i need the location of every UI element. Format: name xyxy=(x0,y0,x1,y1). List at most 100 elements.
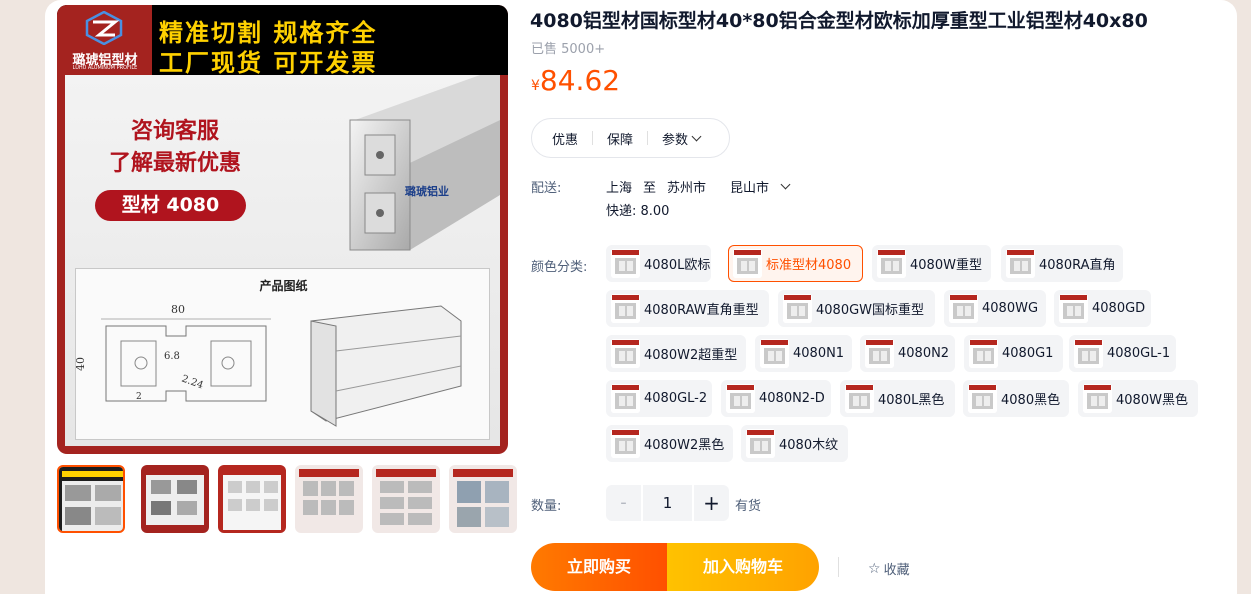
sku-thumbnail xyxy=(726,384,755,413)
sku-option-label: 4080W黑色 xyxy=(1116,393,1188,408)
sku-thumbnail xyxy=(611,429,640,458)
sku-option-label: 4080N2-D xyxy=(759,391,825,406)
tab-discount[interactable]: 优惠 xyxy=(552,129,578,148)
dim-wall-label: 2.24 xyxy=(180,373,205,391)
product-drawing: 产品图纸 80 40 6.8 2.24 2 xyxy=(75,268,490,440)
sku-option[interactable]: 4080N1 xyxy=(755,335,852,372)
sku-option-label: 标准型材4080 xyxy=(766,258,852,273)
sku-option-label: 4080N1 xyxy=(793,346,845,361)
tab-params-label: 参数 xyxy=(662,132,689,148)
sku-option[interactable]: 4080GD xyxy=(1054,290,1151,327)
sku-option[interactable]: 标准型材4080 xyxy=(728,245,863,282)
brand-logo-icon xyxy=(85,11,123,45)
thumbnail-1[interactable] xyxy=(57,465,125,533)
sku-option[interactable]: 4080W2黑色 xyxy=(606,425,733,462)
main-product-image[interactable]: 璐琥铝型材 LUHU ALUMINUM PROFILE 精准切割 规格齐全 工厂… xyxy=(57,5,508,454)
sku-option[interactable]: 4080GW国标重型 xyxy=(778,290,935,327)
sku-thumbnail xyxy=(968,384,997,413)
sku-thumbnail xyxy=(1006,249,1035,278)
sku-option-label: 4080GD xyxy=(1092,301,1146,316)
sku-option[interactable]: 4080RA直角 xyxy=(1001,245,1123,282)
tab-guarantee[interactable]: 保障 xyxy=(607,129,633,148)
consult-line-1: 咨询客服 xyxy=(130,119,219,144)
sku-option[interactable]: 4080L欧标 xyxy=(606,245,711,282)
dim-small-label: 2 xyxy=(136,392,142,402)
sku-option[interactable]: 4080W重型 xyxy=(872,245,991,282)
sku-option[interactable]: 4080G1 xyxy=(964,335,1063,372)
sku-option-label: 4080木纹 xyxy=(779,438,839,453)
thumbnail-2[interactable] xyxy=(141,465,209,533)
price-currency: ¥ xyxy=(531,78,540,94)
sku-option-label: 4080N2 xyxy=(898,346,950,361)
sku-option-label: 4080L黑色 xyxy=(878,393,945,408)
aluminum-profile-illustration: 璐琥铝业 xyxy=(349,75,500,251)
buy-now-button[interactable]: 立即购买 xyxy=(531,543,667,591)
tab-params[interactable]: 参数 xyxy=(662,129,702,148)
shipping-route[interactable]: 上海 至 苏州市 昆山市 xyxy=(606,177,800,196)
sku-option-label: 4080WG xyxy=(982,301,1039,316)
star-icon: ☆ xyxy=(868,560,881,577)
express-fee: 快递: 8.00 xyxy=(606,204,670,219)
image-content: 咨询客服 了解最新优惠 型材 4080 璐琥铝业 产品图纸 80 40 6.8 … xyxy=(65,75,500,446)
sku-thumbnail xyxy=(733,249,762,278)
quantity-increase-button[interactable]: + xyxy=(694,485,729,521)
ship-to-word: 至 xyxy=(643,181,657,196)
sku-option-label: 4080GL-2 xyxy=(644,391,708,406)
brand-name-en: LUHU ALUMINUM PROFILE xyxy=(72,65,138,71)
sku-option[interactable]: 4080木纹 xyxy=(741,425,848,462)
sku-option-label: 4080W2黑色 xyxy=(644,438,725,453)
thumbnail-strip xyxy=(57,462,517,536)
dim-width-label: 80 xyxy=(171,303,185,316)
sku-option[interactable]: 4080WG xyxy=(944,290,1046,327)
sku-thumbnail xyxy=(760,339,789,368)
quantity-input[interactable]: 1 xyxy=(643,485,692,521)
ship-from: 上海 xyxy=(606,181,633,196)
profile-brand-label: 璐琥铝业 xyxy=(405,184,449,198)
sku-option-label: 4080L欧标 xyxy=(644,258,711,273)
sku-option-label: 4080GL-1 xyxy=(1107,346,1171,361)
sku-option[interactable]: 4080黑色 xyxy=(963,380,1069,417)
sku-option-label: 4080RA直角 xyxy=(1039,258,1116,273)
sku-thumbnail xyxy=(865,339,894,368)
sku-option[interactable]: 4080W2超重型 xyxy=(606,335,746,372)
sku-thumbnail xyxy=(877,249,906,278)
sku-option[interactable]: 4080GL-1 xyxy=(1069,335,1176,372)
sku-option[interactable]: 4080L黑色 xyxy=(840,380,955,417)
brand-logo: 璐琥铝型材 LUHU ALUMINUM PROFILE xyxy=(57,5,152,75)
sku-option[interactable]: 4080GL-2 xyxy=(606,380,712,417)
stock-status: 有货 xyxy=(735,499,762,514)
thumbnail-5[interactable] xyxy=(372,465,440,533)
sku-thumbnail xyxy=(1083,384,1112,413)
chevron-down-icon xyxy=(780,179,791,190)
consult-line-2: 了解最新优惠 xyxy=(108,151,241,176)
sku-thumbnail xyxy=(949,294,978,323)
sku-option-label: 4080W重型 xyxy=(910,258,982,273)
model-pill: 型材 4080 xyxy=(95,190,246,221)
sold-count: 已售 5000+ xyxy=(531,42,606,57)
sku-option-label: 4080W2超重型 xyxy=(644,348,738,363)
sku-thumbnail xyxy=(783,294,812,323)
sku-option[interactable]: 4080RAW直角重型 xyxy=(606,290,769,327)
shipping-label: 配送: xyxy=(531,181,562,196)
sku-option-label: 4080黑色 xyxy=(1001,393,1061,408)
promo-tabs: 优惠 保障 参数 xyxy=(531,118,730,158)
favorite-label: 收藏 xyxy=(883,563,910,578)
product-title: 4080铝型材国标型材40*80铝合金型材欧标加厚重型工业铝型材40x80 xyxy=(530,10,1148,32)
sku-thumbnail xyxy=(611,339,640,368)
favorite-button[interactable]: ☆ 收藏 xyxy=(868,559,910,579)
add-to-cart-button[interactable]: 加入购物车 xyxy=(667,543,819,591)
sku-option-label: 4080RAW直角重型 xyxy=(644,303,759,318)
thumbnail-3[interactable] xyxy=(218,465,286,533)
thumbnail-6[interactable] xyxy=(449,465,517,533)
price-value: 84.62 xyxy=(539,64,621,97)
sku-option[interactable]: 4080W黑色 xyxy=(1078,380,1198,417)
sku-label: 颜色分类: xyxy=(531,260,588,275)
sku-thumbnail xyxy=(845,384,874,413)
sku-option[interactable]: 4080N2-D xyxy=(721,380,831,417)
slogan-line-2: 工厂现货 可开发票 xyxy=(159,49,378,77)
thumbnail-4[interactable] xyxy=(295,465,363,533)
quantity-decrease-button[interactable]: - xyxy=(606,485,641,521)
sku-option-label: 4080G1 xyxy=(1002,346,1054,361)
sku-option[interactable]: 4080N2 xyxy=(860,335,955,372)
dim-height-label: 40 xyxy=(76,357,87,371)
